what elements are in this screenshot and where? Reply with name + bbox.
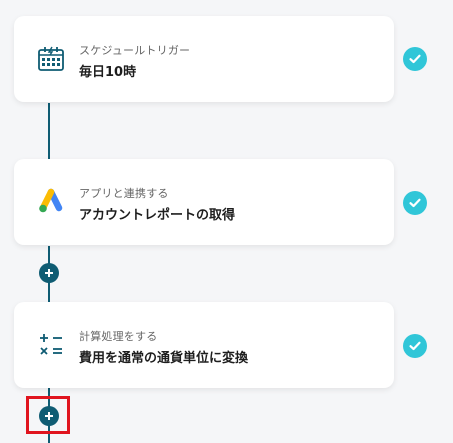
- plus-icon: [45, 269, 53, 277]
- flow-step-card-app-integration[interactable]: アプリと連携する アカウントレポートの取得: [14, 159, 394, 245]
- step-title: 費用を通常の通貨単位に変換: [79, 351, 249, 366]
- flow-connector: [48, 103, 50, 160]
- check-icon: [403, 334, 427, 358]
- calendar-icon: [35, 43, 67, 75]
- plus-icon: [45, 412, 53, 420]
- step-type-label: スケジュールトリガー: [79, 44, 191, 57]
- add-step-button[interactable]: [39, 406, 59, 426]
- flow-step-card-schedule-trigger[interactable]: スケジュールトリガー 毎日10時: [14, 16, 394, 102]
- step-type-label: アプリと連携する: [79, 187, 169, 200]
- step-title: アカウントレポートの取得: [79, 208, 236, 223]
- step-type-label: 計算処理をする: [79, 330, 158, 343]
- step-title: 毎日10時: [79, 65, 137, 80]
- google-ads-icon: [35, 186, 67, 218]
- check-icon: [403, 47, 427, 71]
- check-icon: [403, 191, 427, 215]
- add-step-button[interactable]: [39, 263, 59, 283]
- flow-step-card-calculation[interactable]: 計算処理をする 費用を通常の通貨単位に変換: [14, 302, 394, 388]
- calculator-icon: [35, 329, 67, 361]
